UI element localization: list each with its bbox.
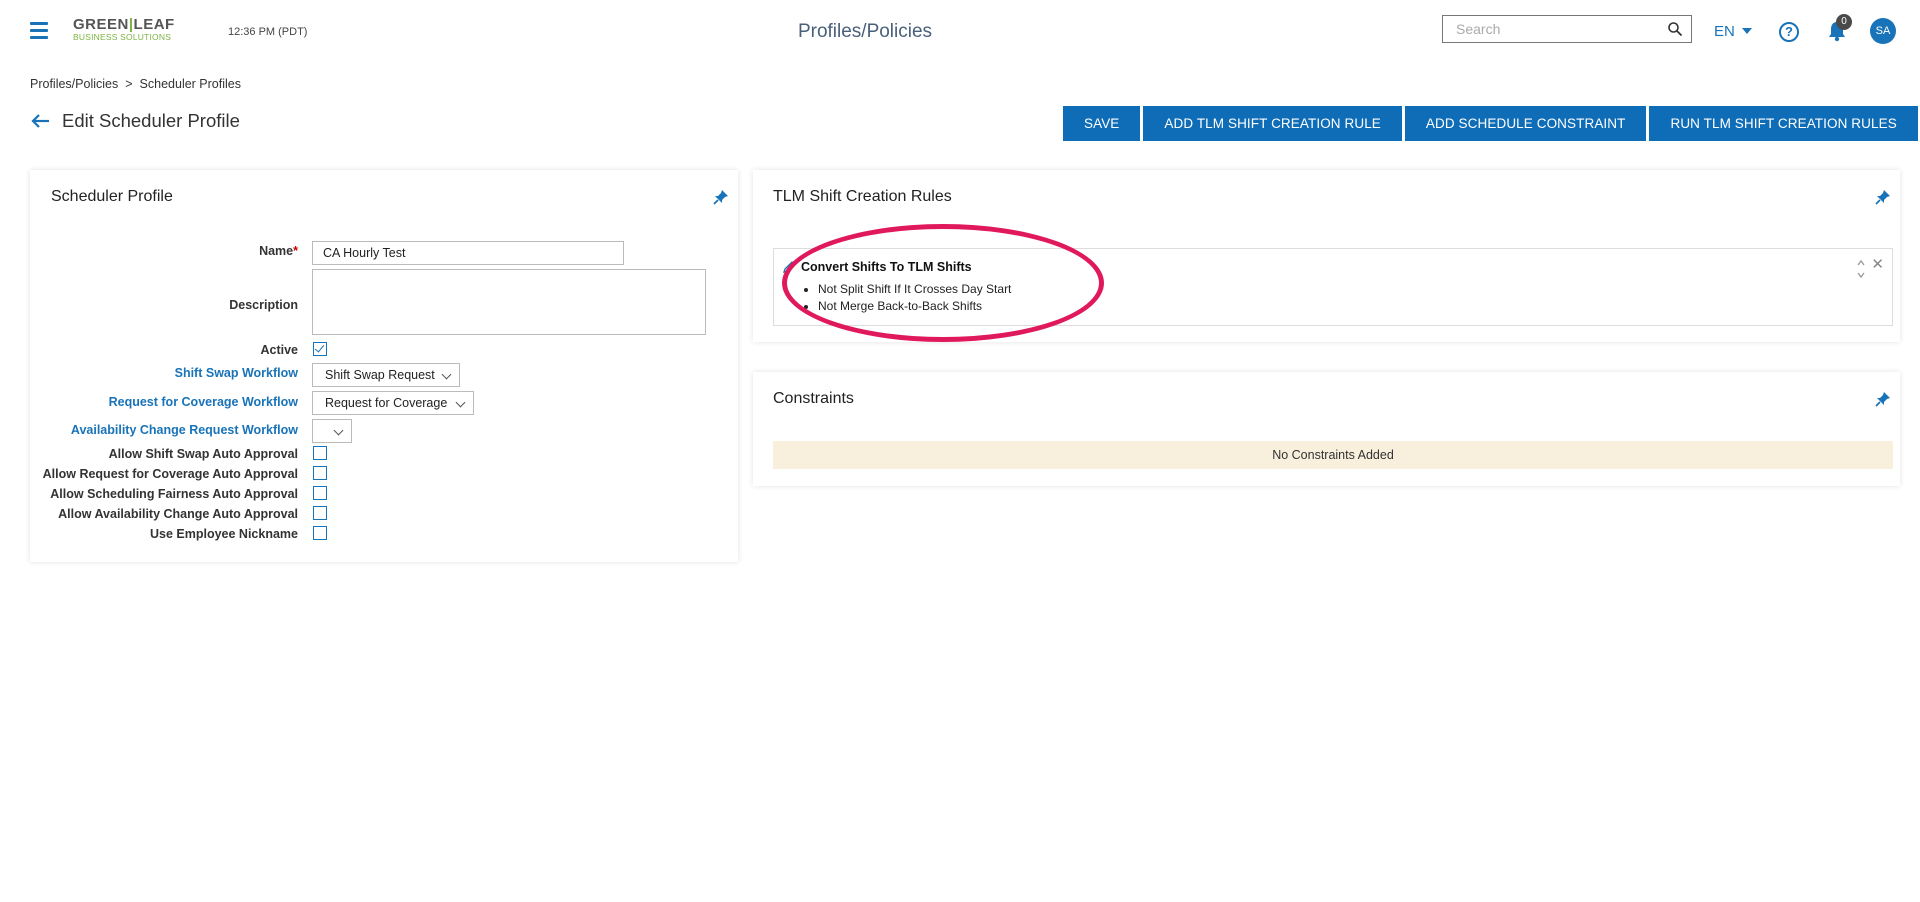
rule-title: Convert Shifts To TLM Shifts [801, 260, 972, 274]
language-label: EN [1714, 23, 1735, 40]
pin-icon[interactable] [713, 189, 729, 205]
constraints-card: Constraints No Constraints Added [753, 372, 1900, 486]
tlm-shift-creation-rules-card: TLM Shift Creation Rules Convert Shifts … [753, 170, 1900, 342]
rule-options-list: Not Split Shift If It Crosses Day Start … [818, 281, 1011, 315]
allow-request-for-coverage-auto-approval-checkbox[interactable] [313, 466, 327, 480]
availability-change-request-workflow-select[interactable] [312, 419, 352, 443]
chevron-down-icon [441, 369, 452, 380]
language-selector[interactable]: EN [1714, 23, 1752, 40]
constraints-title: Constraints [773, 390, 854, 407]
arrow-left-icon[interactable] [31, 113, 51, 129]
breadcrumb-scheduler-profiles[interactable]: Scheduler Profiles [140, 77, 241, 91]
chevron-down-icon [333, 425, 344, 436]
close-icon[interactable]: ✕ [1871, 257, 1884, 272]
rule-option: Not Split Shift If It Crosses Day Start [818, 281, 1011, 298]
name-label: Name [259, 244, 294, 258]
shift-swap-workflow-label[interactable]: Shift Swap Workflow [175, 366, 298, 380]
description-label: Description [229, 298, 298, 312]
availability-change-request-workflow-label[interactable]: Availability Change Request Workflow [71, 423, 298, 437]
notification-badge: 0 [1836, 14, 1852, 30]
allow-shift-swap-auto-approval-checkbox[interactable] [313, 446, 327, 460]
name-label-wrap: Name* [259, 244, 298, 258]
active-label: Active [260, 343, 298, 357]
active-row: Active [30, 341, 730, 361]
request-for-coverage-workflow-label[interactable]: Request for Coverage Workflow [109, 395, 298, 409]
auto-approval-fairness-row: Allow Scheduling Fairness Auto Approval [30, 485, 730, 505]
pencil-icon[interactable] [782, 260, 796, 274]
avatar[interactable]: SA [1870, 18, 1896, 44]
allow-availability-change-auto-approval-checkbox[interactable] [313, 506, 327, 520]
chevron-down-icon [455, 397, 466, 408]
request-for-coverage-workflow-select[interactable]: Request for Coverage [312, 391, 474, 415]
availability-row: Availability Change Request Workflow [30, 421, 730, 441]
pin-icon[interactable] [1875, 189, 1891, 205]
no-constraints-banner: No Constraints Added [773, 441, 1893, 469]
sort-icon[interactable] [1856, 258, 1866, 280]
notifications-button[interactable]: 0 [1827, 14, 1852, 44]
top-bar: GREEN|LEAF BUSINESS SOLUTIONS 12:36 PM (… [0, 0, 1920, 64]
auto-approval-availability-row: Allow Availability Change Auto Approval [30, 505, 730, 525]
breadcrumb-profiles-policies[interactable]: Profiles/Policies [30, 77, 118, 91]
help-icon[interactable]: ? [1779, 22, 1799, 42]
save-button[interactable]: SAVE [1063, 106, 1141, 141]
tlm-shift-creation-rules-title: TLM Shift Creation Rules [773, 188, 952, 205]
use-employee-nickname-label: Use Employee Nickname [150, 527, 298, 541]
pin-icon[interactable] [1875, 391, 1891, 407]
allow-shift-swap-auto-approval-label: Allow Shift Swap Auto Approval [108, 447, 298, 461]
allow-request-for-coverage-auto-approval-label: Allow Request for Coverage Auto Approval [42, 467, 298, 481]
auto-approval-coverage-row: Allow Request for Coverage Auto Approval [30, 465, 730, 485]
chevron-down-icon [1741, 28, 1752, 34]
run-tlm-shift-creation-rules-button[interactable]: RUN TLM SHIFT CREATION RULES [1649, 106, 1918, 141]
search-icon[interactable] [1667, 21, 1683, 37]
breadcrumb: Profiles/Policies > Scheduler Profiles [30, 77, 241, 91]
name-field[interactable] [312, 241, 624, 265]
shift-swap-workflow-select[interactable]: Shift Swap Request [312, 363, 460, 387]
add-schedule-constraint-button[interactable]: ADD SCHEDULE CONSTRAINT [1404, 106, 1647, 141]
scheduler-profile-title: Scheduler Profile [51, 188, 173, 205]
add-tlm-shift-creation-rule-button[interactable]: ADD TLM SHIFT CREATION RULE [1143, 106, 1402, 141]
allow-scheduling-fairness-auto-approval-label: Allow Scheduling Fairness Auto Approval [50, 487, 298, 501]
search-box [1442, 15, 1692, 43]
allow-availability-change-auto-approval-label: Allow Availability Change Auto Approval [58, 507, 298, 521]
active-checkbox[interactable] [313, 342, 327, 356]
nickname-row: Use Employee Nickname [30, 525, 730, 545]
breadcrumb-separator: > [125, 77, 133, 91]
description-field[interactable] [312, 269, 706, 335]
action-toolbar: SAVE ADD TLM SHIFT CREATION RULE ADD SCH… [1060, 106, 1918, 141]
edit-profile-heading: Edit Scheduler Profile [62, 110, 240, 131]
rule-option: Not Merge Back-to-Back Shifts [818, 298, 1011, 315]
search-input[interactable] [1443, 16, 1663, 42]
auto-approval-shift-swap-row: Allow Shift Swap Auto Approval [30, 445, 730, 465]
allow-scheduling-fairness-auto-approval-checkbox[interactable] [313, 486, 327, 500]
scheduler-profile-card: Scheduler Profile Name* Description Acti… [30, 170, 738, 562]
shift-swap-workflow-value: Shift Swap Request [325, 368, 435, 382]
use-employee-nickname-checkbox[interactable] [313, 526, 327, 540]
tlm-rule-item: Convert Shifts To TLM Shifts Not Split S… [773, 248, 1893, 326]
request-for-coverage-workflow-value: Request for Coverage [325, 396, 448, 410]
required-marker: * [293, 244, 298, 258]
